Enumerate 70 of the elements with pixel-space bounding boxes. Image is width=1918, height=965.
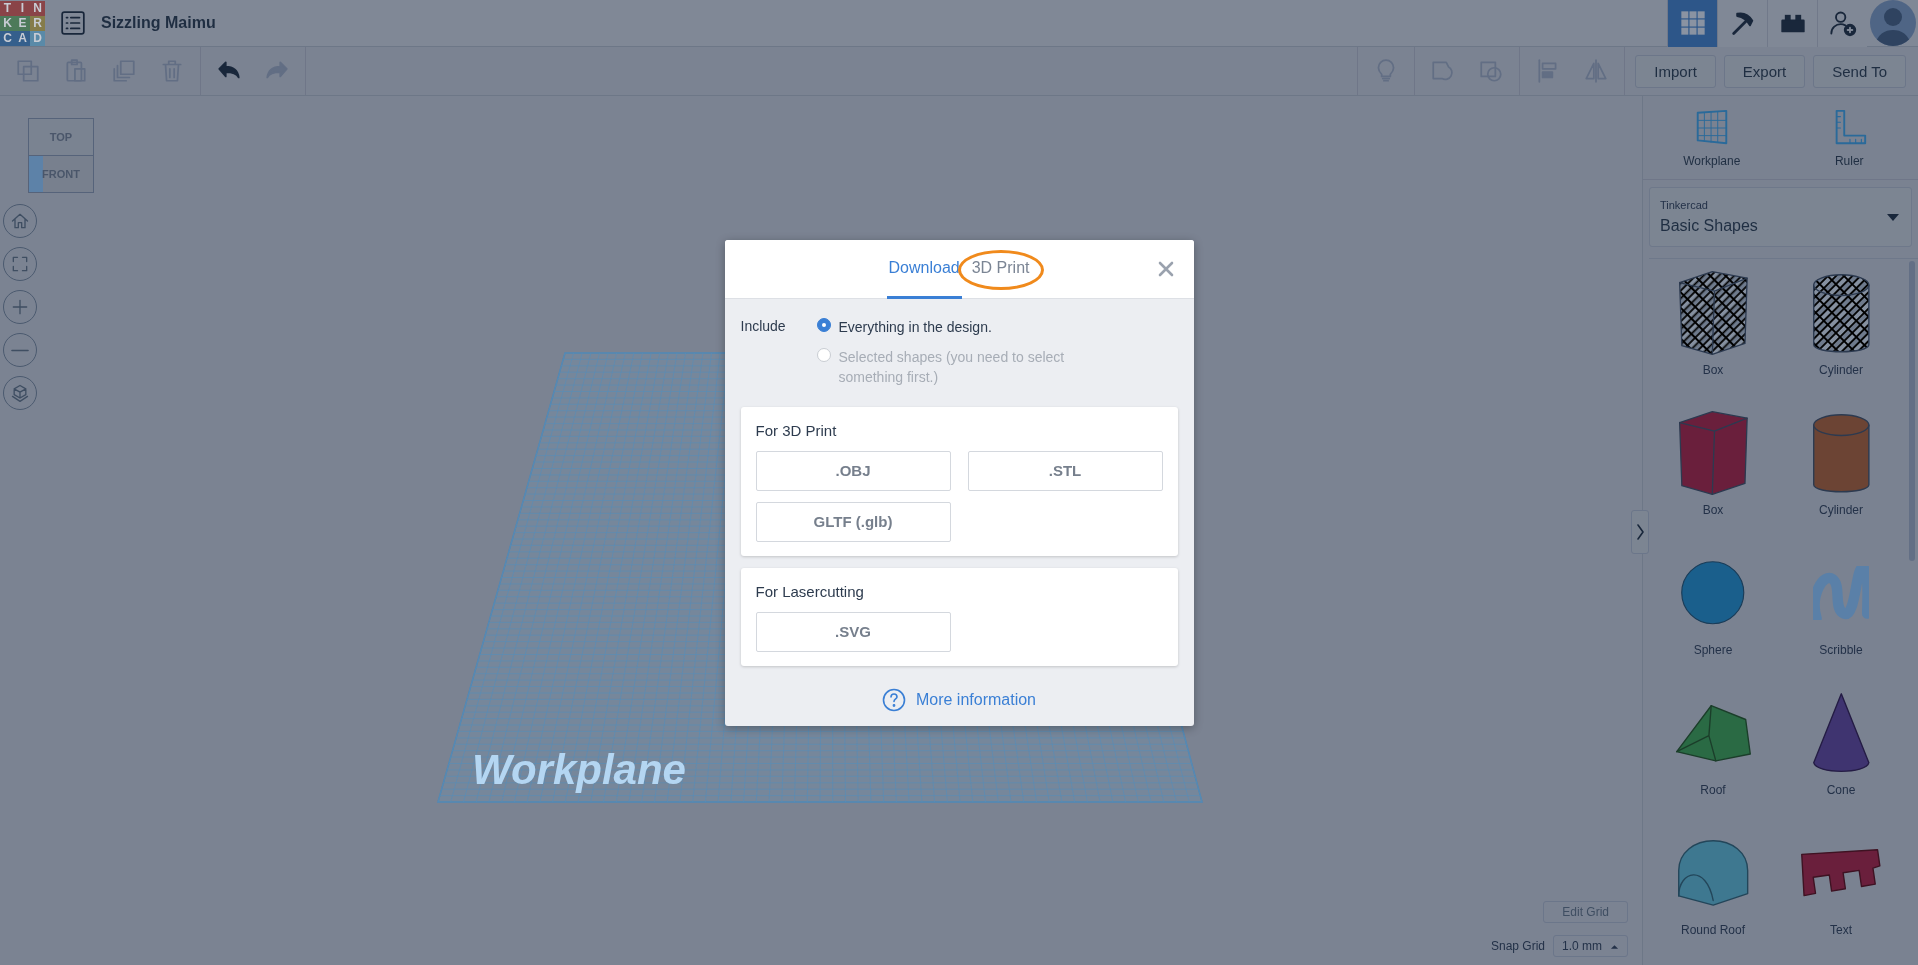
home-icon [10, 211, 30, 231]
list-icon [60, 10, 86, 36]
workplane-tool[interactable]: Workplane [1643, 96, 1781, 179]
shape-item[interactable]: Box [1649, 407, 1777, 547]
fit-view-icon [10, 254, 30, 274]
grid-icon [1678, 9, 1707, 37]
cube-icon [10, 383, 30, 403]
format-button[interactable]: .SVG [755, 611, 951, 652]
snap-grid-dropdown[interactable]: 1.0 mm [1553, 935, 1628, 957]
copy-icon [15, 58, 41, 84]
close-icon [1157, 260, 1174, 277]
shape-item[interactable]: Scribble [1777, 547, 1905, 687]
section-title: For 3D Print [755, 421, 838, 439]
home-button[interactable] [3, 204, 37, 238]
include-option[interactable]: Everything in the design. [816, 316, 1087, 337]
toolbar-action-button[interactable]: Send To [1813, 54, 1906, 88]
caret-down-icon [1887, 213, 1899, 221]
ruler-tool[interactable]: Ruler [1780, 96, 1918, 179]
collapse-panel-button[interactable] [1631, 510, 1649, 554]
shape-item[interactable]: Roof [1649, 687, 1777, 827]
caret-up-icon [1610, 942, 1619, 950]
grid-view-button[interactable] [1667, 0, 1717, 47]
shape-item[interactable]: Cone [1777, 687, 1905, 827]
dialog-tab[interactable]: 3D Print [969, 239, 1032, 299]
shape-library-dropdown[interactable]: Tinkercad Basic Shapes [1649, 187, 1912, 247]
include-label: Include [740, 316, 787, 336]
user-add-icon [1828, 9, 1857, 37]
zoom-out-icon [11, 348, 29, 352]
dropdown-label: Tinkercad [1660, 199, 1709, 211]
format-button[interactable]: .OBJ [755, 450, 951, 491]
dialog-tab[interactable]: Download [886, 239, 962, 299]
perspective-button[interactable] [3, 376, 37, 410]
user-add-view-button[interactable] [1817, 0, 1867, 47]
format-button[interactable]: GLTF (.glb) [755, 501, 951, 542]
more-information-link[interactable]: More information [881, 687, 1036, 712]
pickaxe-view-button[interactable] [1717, 0, 1767, 47]
zoom-in-button[interactable] [3, 290, 37, 324]
help-icon [881, 687, 906, 712]
dropdown-value: Basic Shapes [1660, 217, 1759, 235]
logo-letter: I [15, 0, 30, 16]
shape-item[interactable]: Round Roof [1649, 827, 1777, 965]
fit-button[interactable] [3, 247, 37, 281]
logo-letter: T [0, 0, 15, 16]
radio-button[interactable] [816, 317, 831, 332]
bricks-view-button[interactable] [1767, 0, 1817, 47]
section-title: For Lasercutting [755, 582, 865, 600]
shape-item[interactable]: Box [1649, 267, 1777, 407]
mirror-icon [1583, 58, 1610, 84]
toolbar-action-button[interactable]: Import [1635, 54, 1716, 88]
toolbar-action-button[interactable]: Export [1723, 54, 1806, 88]
logo-letter: N [30, 0, 45, 16]
duplicate-icon [111, 58, 137, 84]
design-list-button[interactable] [59, 9, 87, 37]
shape-item[interactable]: Sphere [1649, 547, 1777, 687]
ungroup-icon [1478, 58, 1505, 84]
shape-item[interactable]: Cylinder [1777, 267, 1905, 407]
zoom-out-button[interactable] [3, 333, 37, 367]
delete-icon [159, 58, 185, 84]
workplane-label: Workplane [472, 746, 686, 793]
close-button[interactable] [1157, 260, 1174, 277]
edit-grid-button[interactable]: Edit Grid [1543, 901, 1628, 923]
chevron-right-icon [1635, 523, 1645, 541]
avatar[interactable] [1870, 0, 1916, 46]
shape-item[interactable]: Cylinder [1777, 407, 1905, 547]
shape-item[interactable]: Text [1777, 827, 1905, 965]
design-title[interactable]: Sizzling Maimu [101, 14, 216, 32]
clipboard-icon [63, 58, 89, 84]
zoom-in-icon [10, 297, 30, 317]
format-button[interactable]: .STL [967, 450, 1163, 491]
snap-grid-label: Snap Grid [1490, 939, 1545, 953]
